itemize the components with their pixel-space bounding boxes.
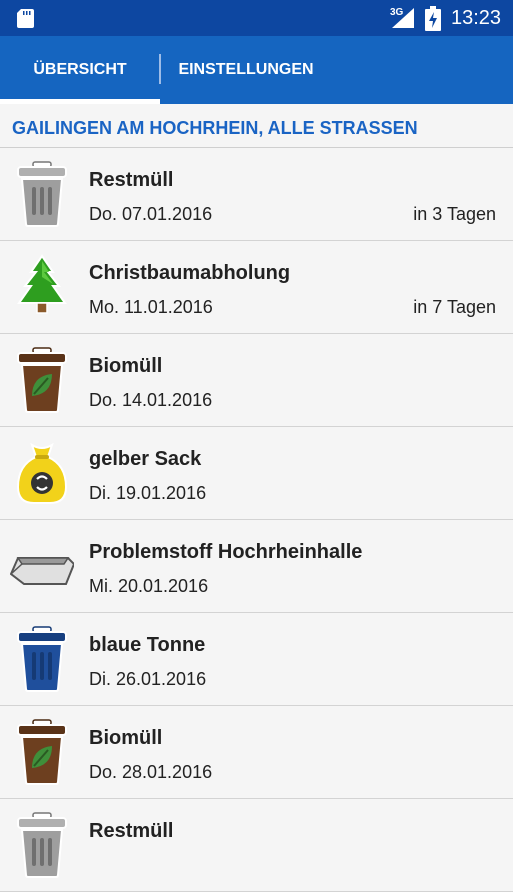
list-item[interactable]: Biomüll Do. 14.01.2016 <box>0 334 513 427</box>
item-relative-time: in 3 Tagen <box>413 204 496 224</box>
item-title: Restmüll <box>89 169 174 191</box>
list-item[interactable]: Problemstoff Hochrheinhalle Mi. 20.01.20… <box>0 520 513 613</box>
skip-container-icon <box>10 557 74 585</box>
item-title: Restmüll <box>89 820 174 842</box>
christmas-tree-icon <box>17 254 67 314</box>
item-title: Christbaumabholung <box>89 262 291 284</box>
location-header: GAILINGEN AM HOCHRHEIN, ALLE STRASSEN <box>12 118 418 138</box>
item-title: gelber Sack <box>89 448 202 470</box>
item-date: Do. 14.01.2016 <box>89 390 213 410</box>
list-item[interactable]: gelber Sack Di. 19.01.2016 <box>0 427 513 520</box>
item-relative-time: in 7 Tagen <box>413 297 496 317</box>
item-title: Problemstoff Hochrheinhalle <box>89 541 363 563</box>
brown-bio-bin-icon <box>17 347 67 413</box>
list-item[interactable]: Restmüll Do. 07.01.2016 in 3 Tagen <box>0 148 513 241</box>
signal-icon <box>392 8 414 28</box>
list-item[interactable]: blaue Tonne Di. 26.01.2016 <box>0 613 513 706</box>
brown-bio-bin-icon <box>17 719 67 785</box>
list-item[interactable]: Biomüll Do. 28.01.2016 <box>0 706 513 799</box>
tab-settings[interactable]: EINSTELLUNGEN <box>160 36 332 104</box>
blue-paper-bin-icon <box>17 626 67 692</box>
battery-charging-icon <box>425 6 441 31</box>
active-tab-indicator <box>0 99 160 104</box>
item-title: Biomüll <box>89 355 163 377</box>
list-item[interactable]: Restmüll <box>0 799 513 892</box>
status-bar: 3G 13:23 <box>0 0 513 36</box>
clock: 13:23 <box>451 7 502 29</box>
gray-trash-bin-icon <box>17 812 67 878</box>
item-date: Mi. 20.01.2016 <box>89 576 209 596</box>
tab-bar: ÜBERSICHT EINSTELLUNGEN <box>0 36 513 104</box>
sd-card-icon <box>17 9 34 28</box>
item-date: Di. 26.01.2016 <box>89 669 207 689</box>
item-title: Biomüll <box>89 727 163 749</box>
gray-trash-bin-icon <box>17 161 67 227</box>
item-date: Do. 28.01.2016 <box>89 762 213 782</box>
item-date: Do. 07.01.2016 <box>89 204 213 224</box>
yellow-bag-icon <box>16 442 68 504</box>
tab-overview[interactable]: ÜBERSICHT <box>0 36 160 104</box>
item-date: Mo. 11.01.2016 <box>89 297 213 317</box>
item-title: blaue Tonne <box>89 634 206 656</box>
item-date: Di. 19.01.2016 <box>89 483 207 503</box>
pickup-list: Restmüll Do. 07.01.2016 in 3 Tagen Chris… <box>0 147 513 892</box>
list-item[interactable]: Christbaumabholung Mo. 11.01.2016 in 7 T… <box>0 241 513 334</box>
